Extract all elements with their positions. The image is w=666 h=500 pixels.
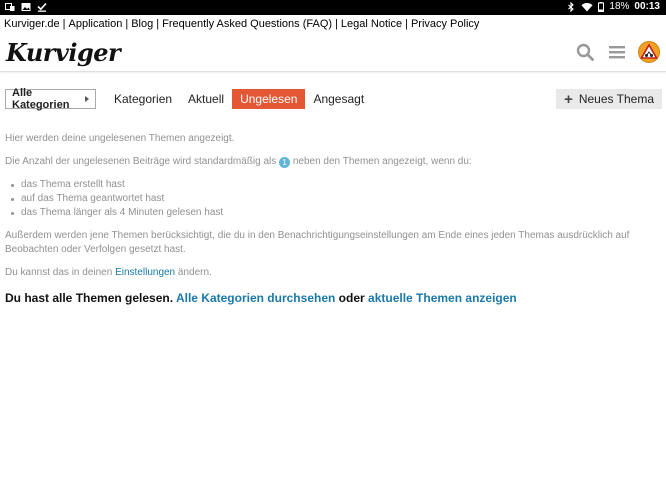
image-icon bbox=[21, 3, 31, 11]
header-icons bbox=[574, 41, 660, 63]
topic-navigation: Alle Kategorien Kategorien Aktuell Ungel… bbox=[0, 87, 666, 112]
tab-angesagt[interactable]: Angesagt bbox=[305, 89, 372, 109]
count-explanation: Die Anzahl der ungelesenen Beiträge wird… bbox=[5, 156, 472, 168]
category-dropdown-label: Alle Kategorien bbox=[12, 87, 70, 111]
motorcycle-warning-sign-icon bbox=[640, 43, 658, 59]
tab-kategorien[interactable]: Kategorien bbox=[106, 89, 180, 109]
list-item: auf das Thema geantwortet hast bbox=[11, 192, 655, 206]
search-button[interactable] bbox=[574, 41, 596, 63]
nav-tabs: Kategorien Aktuell Ungelesen Angesagt bbox=[106, 89, 372, 109]
watched-explanation: Außerdem werden jene Themen berücksichti… bbox=[5, 230, 630, 255]
wifi-icon bbox=[581, 2, 593, 12]
system-status-bar: 18% 00:13 bbox=[0, 0, 666, 15]
link-privacy-policy[interactable]: Privacy Policy bbox=[411, 18, 479, 30]
all-read-message: Du hast alle Themen gelesen. Alle Katego… bbox=[5, 291, 517, 305]
site-logo[interactable]: Kurviger bbox=[6, 38, 121, 67]
link-kurviger-de[interactable]: Kurviger.de bbox=[4, 18, 60, 30]
link-application[interactable]: Application bbox=[69, 18, 123, 30]
show-latest-topics-link[interactable]: aktuelle Themen anzeigen bbox=[368, 291, 517, 305]
tab-aktuell[interactable]: Aktuell bbox=[180, 89, 232, 109]
tab-ungelesen[interactable]: Ungelesen bbox=[232, 89, 306, 109]
plus-icon: + bbox=[564, 90, 573, 108]
list-item: das Thema erstellt hast bbox=[11, 178, 655, 192]
caret-right-icon bbox=[85, 96, 89, 102]
unread-explanation: Hier werden deine ungelesenen Themen ang… bbox=[5, 132, 655, 289]
link-blog[interactable]: Blog bbox=[131, 18, 153, 30]
hamburger-menu-button[interactable] bbox=[606, 41, 628, 63]
notification-icons bbox=[5, 2, 47, 12]
browse-all-categories-link[interactable]: Alle Kategorien durchsehen bbox=[176, 291, 335, 305]
settings-link[interactable]: Einstellungen bbox=[115, 267, 175, 278]
intro-text: Hier werden deine ungelesenen Themen ang… bbox=[5, 133, 235, 144]
battery-icon bbox=[598, 1, 605, 12]
link-faq[interactable]: Frequently Asked Questions (FAQ) bbox=[162, 18, 332, 30]
list-item: das Thema länger als 4 Minuten gelesen h… bbox=[11, 206, 655, 220]
condition-list: das Thema erstellt hast auf das Thema ge… bbox=[11, 178, 655, 220]
category-dropdown[interactable]: Alle Kategorien bbox=[5, 87, 96, 111]
user-avatar[interactable] bbox=[638, 41, 660, 63]
site-header: Kurviger bbox=[0, 34, 666, 72]
search-icon bbox=[576, 43, 594, 61]
unread-count-badge: 1 bbox=[279, 157, 291, 168]
status-icons: 18% 00:13 bbox=[566, 1, 660, 12]
download-done-icon bbox=[37, 2, 47, 12]
bluetooth-icon bbox=[568, 1, 575, 12]
hamburger-icon bbox=[609, 46, 625, 59]
settings-hint: Du kannst das in deinen Einstellungen än… bbox=[5, 267, 212, 278]
link-legal-notice[interactable]: Legal Notice bbox=[341, 18, 402, 30]
clock: 00:13 bbox=[634, 1, 660, 12]
battery-percent: 18% bbox=[609, 1, 630, 12]
site-links-bar: Kurviger.de | Application | Blog | Frequently … bbox=[4, 18, 480, 30]
new-topic-label: Neues Thema bbox=[578, 92, 654, 106]
screen-mirror-icon bbox=[5, 3, 15, 11]
new-topic-button[interactable]: + Neues Thema bbox=[556, 89, 662, 109]
